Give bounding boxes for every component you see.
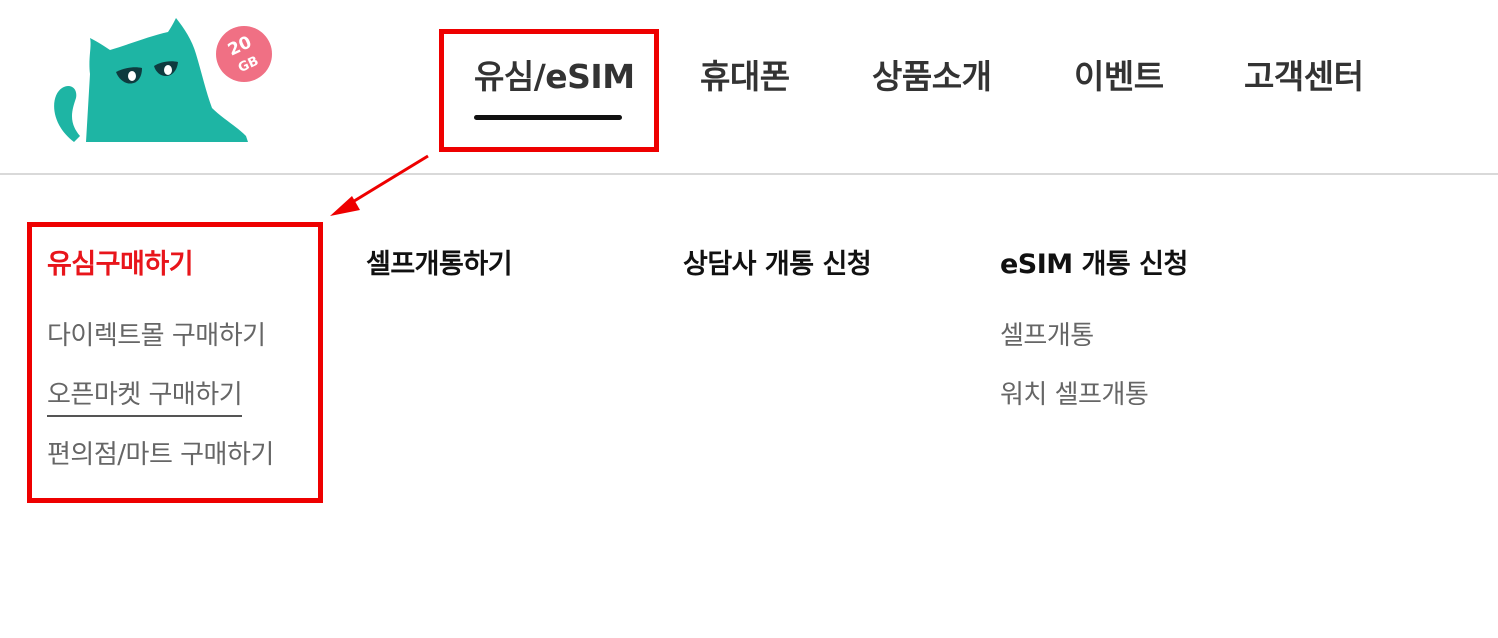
nav-events[interactable]: 이벤트 <box>1074 50 1164 98</box>
menu-title-buy-usim[interactable]: 유심구매하기 <box>47 242 194 281</box>
menu-item-convenience-store[interactable]: 편의점/마트 구매하기 <box>47 434 274 471</box>
logo-cat-icon[interactable]: 20 GB <box>46 14 278 144</box>
nav-phone[interactable]: 휴대폰 <box>700 50 790 98</box>
menu-title-esim-activation[interactable]: eSIM 개통 신청 <box>1000 242 1188 281</box>
menu-title-self-activation[interactable]: 셀프개통하기 <box>366 242 513 281</box>
menu-item-direct-mall[interactable]: 다이렉트몰 구매하기 <box>47 315 266 352</box>
menu-title-agent-activation[interactable]: 상담사 개통 신청 <box>683 242 872 281</box>
nav-highlight-box <box>439 29 659 152</box>
menu-item-open-market[interactable]: 오픈마켓 구매하기 <box>47 374 243 417</box>
site-header: 20 GB 유심/eSIM 휴대폰 상품소개 이벤트 고객센터 <box>0 0 1498 175</box>
nav-products[interactable]: 상품소개 <box>872 50 992 98</box>
menu-item-watch-self-activation[interactable]: 워치 셀프개통 <box>1000 374 1149 411</box>
nav-customer-center[interactable]: 고객센터 <box>1244 50 1364 98</box>
menu-item-esim-self-activation[interactable]: 셀프개통 <box>1000 315 1094 352</box>
